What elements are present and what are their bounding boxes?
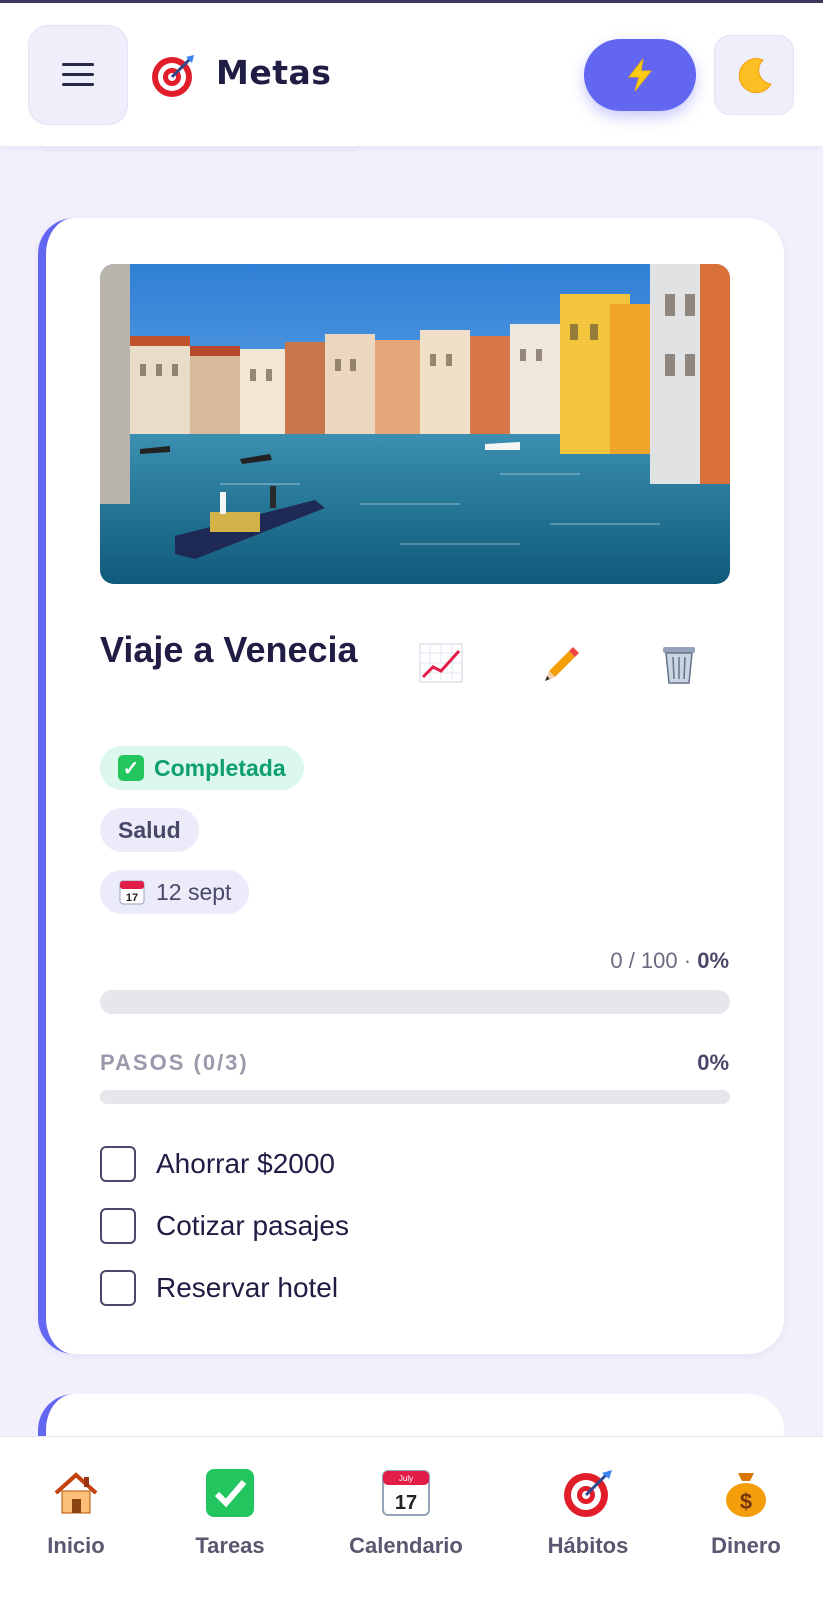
nav-item-inicio[interactable]: Inicio xyxy=(1,1467,151,1559)
delete-button[interactable] xyxy=(656,640,702,686)
target-icon xyxy=(152,55,194,97)
edit-button[interactable] xyxy=(538,640,584,686)
app-header: Metas xyxy=(0,3,823,146)
progress-readout: 0 / 100 · 0% xyxy=(610,948,729,974)
moon-icon xyxy=(738,58,772,94)
nav-label: Inicio xyxy=(47,1533,105,1558)
goal-title: Viaje a Venecia xyxy=(100,629,358,670)
nav-item-habitos[interactable]: Hábitos xyxy=(513,1467,663,1559)
step-item[interactable]: Ahorrar $2000 xyxy=(100,1146,335,1182)
step-checkbox[interactable] xyxy=(100,1270,136,1306)
category-label: Salud xyxy=(118,816,181,843)
step-item[interactable]: Reservar hotel xyxy=(100,1270,338,1306)
svg-text:17: 17 xyxy=(126,892,138,904)
app-title: Metas xyxy=(216,53,332,92)
svg-text:17: 17 xyxy=(395,1492,417,1514)
step-checkbox[interactable] xyxy=(100,1146,136,1182)
venice-canal-photo xyxy=(100,264,730,584)
target-icon xyxy=(564,1470,612,1517)
nav-label: Calendario xyxy=(349,1533,463,1558)
nav-label: Tareas xyxy=(195,1533,265,1558)
step-label: Ahorrar $2000 xyxy=(156,1148,336,1179)
header-shadow xyxy=(40,146,360,152)
progress-count: 0 / 100 · xyxy=(610,948,698,973)
house-icon xyxy=(54,1472,98,1514)
theme-toggle-button[interactable] xyxy=(714,35,794,115)
nav-label: Dinero xyxy=(711,1533,781,1558)
nav-item-dinero[interactable]: $ Dinero xyxy=(671,1467,821,1559)
pencil-icon xyxy=(545,647,579,681)
check-icon: ✓ xyxy=(118,755,144,781)
goal-image xyxy=(100,264,730,584)
chart-icon xyxy=(419,643,463,683)
steps-header: PASOS (0/3) xyxy=(100,1050,249,1075)
status-label: Completada xyxy=(154,754,286,781)
step-item[interactable]: Cotizar pasajes xyxy=(100,1208,349,1244)
check-icon xyxy=(206,1469,254,1517)
status-badge: ✓ Completada xyxy=(100,746,304,790)
steps-progress-bar xyxy=(100,1090,730,1104)
lightning-icon xyxy=(627,58,653,92)
quick-action-button[interactable] xyxy=(584,39,696,111)
menu-button[interactable] xyxy=(28,25,128,125)
date-badge: 17 12 sept xyxy=(100,870,250,914)
calendar-icon: 17 xyxy=(119,880,145,905)
progress-bar xyxy=(100,990,730,1014)
stats-button[interactable] xyxy=(418,640,464,686)
trash-icon xyxy=(663,647,695,684)
nav-label: Hábitos xyxy=(547,1533,629,1558)
hamburger-icon xyxy=(62,63,94,87)
step-checkbox[interactable] xyxy=(100,1208,136,1244)
bottom-navigation: Inicio Tareas July 17 Calendario Hábitos xyxy=(0,1436,823,1600)
category-badge: Salud xyxy=(100,808,199,852)
money-bag-icon: $ xyxy=(726,1473,766,1517)
nav-item-tareas[interactable]: Tareas xyxy=(155,1467,305,1559)
progress-percent: 0% xyxy=(697,948,729,973)
nav-item-calendario[interactable]: July 17 Calendario xyxy=(331,1467,481,1559)
date-label: 12 sept xyxy=(156,878,232,905)
steps-percent: 0% xyxy=(697,1050,729,1075)
svg-text:$: $ xyxy=(740,1489,752,1514)
svg-text:July: July xyxy=(399,1474,413,1483)
step-label: Cotizar pasajes xyxy=(156,1210,349,1241)
step-label: Reservar hotel xyxy=(156,1272,339,1303)
calendar-icon: July 17 xyxy=(382,1470,430,1516)
